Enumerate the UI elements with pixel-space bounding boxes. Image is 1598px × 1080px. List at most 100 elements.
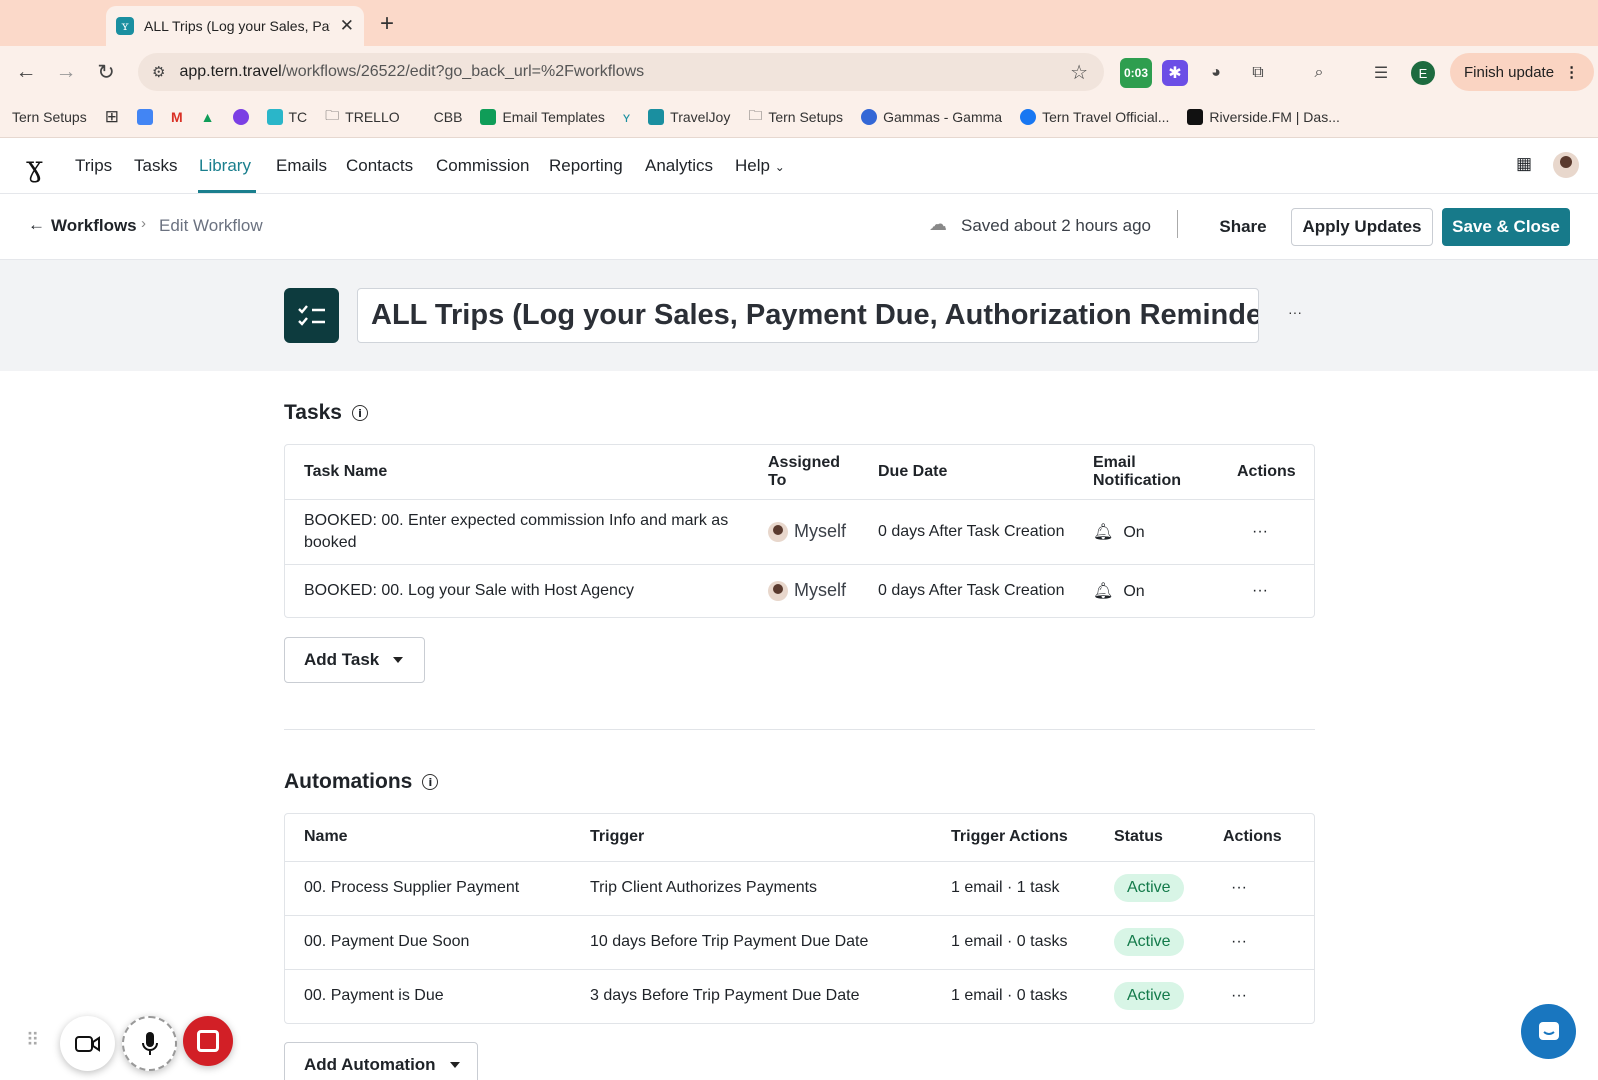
workflow-title-input[interactable]: ALL Trips (Log your Sales, Payment Due, … — [357, 288, 1259, 343]
calendar-bookmark-icon[interactable] — [136, 108, 153, 125]
nav-analytics[interactable]: Analytics — [645, 156, 713, 176]
nav-contacts[interactable]: Contacts — [346, 156, 413, 176]
drag-handle-icon[interactable]: ⠿ — [26, 1030, 39, 1051]
trigger-actions: 1 email · 0 tasks — [951, 987, 1068, 1005]
active-nav-indicator — [198, 190, 256, 193]
column-header: Trigger — [590, 828, 645, 846]
nav-commission[interactable]: Commission — [436, 156, 530, 176]
tern-favicon-icon: ʏ — [116, 17, 134, 35]
table-row[interactable]: 00. Payment Due Soon 10 days Before Trip… — [285, 915, 1314, 969]
nav-trips[interactable]: Trips — [75, 156, 112, 176]
canva-bookmark-icon[interactable] — [232, 108, 249, 125]
calendar-icon[interactable]: ▦ — [1516, 154, 1532, 174]
bookmarks-bar: Tern Setups ⊞ M ▲ TC 🗀 TRELLO CBB Email T… — [0, 96, 1598, 138]
info-icon[interactable]: i — [352, 405, 368, 421]
automation-name[interactable]: 00. Process Supplier Payment — [285, 861, 571, 915]
trigger-actions: 1 email · 0 tasks — [951, 933, 1068, 950]
nav-reporting[interactable]: Reporting — [549, 156, 623, 176]
assignee: Myself — [749, 564, 859, 617]
bookmark-star-icon[interactable]: ☆ — [1070, 60, 1088, 85]
timer-extension-icon[interactable]: 0:03 — [1120, 58, 1152, 88]
bookmark-item[interactable]: Riverside.FM | Das... — [1187, 108, 1340, 125]
color-extension-icon[interactable]: ◕ — [1203, 60, 1229, 86]
reload-icon[interactable]: ↻ — [92, 60, 120, 85]
bookmark-item[interactable]: Tern Setups — [12, 109, 87, 125]
finish-update-button[interactable]: Finish update ⋮ — [1450, 53, 1594, 91]
divider — [1177, 210, 1178, 238]
saved-status: Saved about 2 hours ago — [961, 216, 1151, 235]
bookmark-item[interactable]: TravelJoy — [648, 108, 730, 125]
row-actions-icon[interactable]: ··· — [1204, 969, 1314, 1023]
checklist-icon — [284, 288, 339, 343]
edit-header: ← Workflows › Edit Workflow ☁ Saved abou… — [0, 194, 1598, 260]
status-badge: Active — [1114, 982, 1184, 1011]
back-icon[interactable]: ← — [12, 60, 40, 84]
apply-updates-button[interactable]: Apply Updates — [1291, 208, 1433, 246]
bookmark-item[interactable]: Email Templates — [480, 108, 605, 125]
row-actions-icon[interactable]: ··· — [1218, 564, 1314, 617]
row-actions-icon[interactable]: ··· — [1204, 915, 1314, 969]
chat-launcher-icon[interactable] — [1521, 1004, 1576, 1059]
section-divider — [284, 729, 1315, 730]
kebab-menu-icon: ⋮ — [1564, 64, 1580, 81]
drive-bookmark-icon[interactable]: ▲ — [201, 109, 215, 125]
column-header: Actions — [1237, 462, 1296, 480]
tern-bookmark-icon[interactable]: ʏ — [623, 109, 630, 125]
bookmark-item[interactable]: Tern Travel Official... — [1020, 108, 1169, 125]
nav-library[interactable]: Library — [199, 156, 251, 176]
breadcrumb-workflows-link[interactable]: Workflows — [51, 216, 137, 236]
bookmark-folder[interactable]: 🗀 TRELLO — [325, 105, 399, 129]
add-automation-button[interactable]: Add Automation — [284, 1042, 478, 1080]
table-row[interactable]: BOOKED: 00. Log your Sale with Host Agen… — [285, 564, 1314, 617]
column-header: Status — [1114, 828, 1163, 846]
add-task-button[interactable]: Add Task — [284, 637, 425, 683]
tasks-table: Task Name Assigned To Due Date Email Not… — [284, 444, 1315, 618]
save-close-button[interactable]: Save & Close — [1442, 208, 1570, 246]
task-name[interactable]: BOOKED: 00. Enter expected commission In… — [285, 499, 749, 564]
tern-logo-icon[interactable]: ɣ — [26, 150, 43, 183]
folder-icon: 🗀 — [748, 106, 763, 123]
nav-tasks[interactable]: Tasks — [134, 156, 177, 176]
user-avatar[interactable] — [1553, 152, 1579, 178]
chevron-down-icon: ⌄ — [774, 160, 785, 174]
close-tab-icon[interactable]: ✕ — [340, 16, 354, 36]
microphone-icon[interactable] — [122, 1016, 177, 1071]
site-settings-icon[interactable]: ⚙ — [152, 63, 165, 81]
extension-icon[interactable]: ✱ — [1162, 60, 1188, 86]
bookmark-item[interactable]: CBB — [434, 109, 463, 125]
task-name[interactable]: BOOKED: 00. Log your Sale with Host Agen… — [285, 564, 749, 617]
column-header: Task Name — [304, 462, 388, 480]
info-icon[interactable]: i — [422, 774, 439, 790]
new-tab-icon[interactable]: + — [380, 10, 394, 38]
table-row[interactable]: 00. Process Supplier Payment Trip Client… — [285, 861, 1314, 915]
due-date: 0 days After Task Creation — [878, 522, 1065, 540]
table-row[interactable]: 00. Payment is Due 3 days Before Trip Pa… — [285, 969, 1314, 1023]
bookmark-item[interactable]: TC — [266, 108, 307, 125]
nav-help[interactable]: Help ⌄ — [735, 156, 785, 176]
more-options-icon[interactable]: ··· — [1288, 304, 1302, 320]
automation-name[interactable]: 00. Payment is Due — [285, 969, 571, 1023]
bell-icon: 🔔︎ — [1093, 523, 1114, 541]
nav-emails[interactable]: Emails — [276, 156, 327, 176]
row-actions-icon[interactable]: ··· — [1218, 499, 1314, 564]
browser-tab[interactable]: ʏ ALL Trips (Log your Sales, Pay ✕ — [106, 6, 364, 46]
profile-avatar[interactable]: E — [1411, 61, 1435, 85]
gmail-bookmark-icon[interactable]: M — [171, 109, 183, 125]
row-actions-icon[interactable]: ··· — [1204, 861, 1314, 915]
assignee: Myself — [749, 499, 859, 564]
stop-recording-icon[interactable] — [183, 1016, 233, 1066]
extensions-puzzle-icon[interactable]: ⧉ — [1245, 60, 1271, 86]
address-bar[interactable]: ⚙ app.tern.travel/workflows/26522/edit?g… — [138, 53, 1104, 91]
table-row[interactable]: BOOKED: 00. Enter expected commission In… — [285, 499, 1314, 564]
camera-icon[interactable] — [60, 1016, 115, 1071]
automation-trigger: 10 days Before Trip Payment Due Date — [590, 933, 869, 950]
apps-grid-icon[interactable]: ⊞ — [105, 107, 119, 127]
cast-search-icon[interactable]: ⌕ — [1306, 60, 1332, 86]
automation-name[interactable]: 00. Payment Due Soon — [285, 915, 571, 969]
reading-list-icon[interactable]: ☰ — [1368, 60, 1394, 86]
bookmark-item[interactable]: Gammas - Gamma — [861, 108, 1002, 125]
forward-icon[interactable]: → — [52, 60, 80, 84]
back-arrow-icon[interactable]: ← — [28, 215, 45, 235]
share-button[interactable]: Share — [1208, 208, 1278, 246]
bookmark-folder[interactable]: 🗀 Tern Setups — [748, 105, 843, 129]
